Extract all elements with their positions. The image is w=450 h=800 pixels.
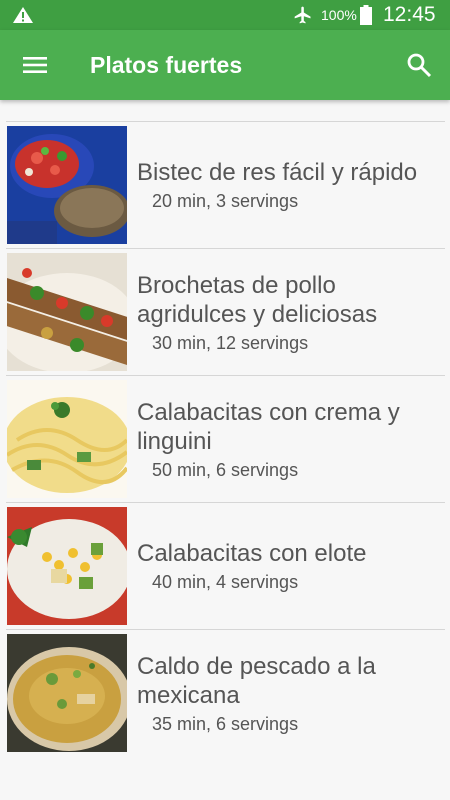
menu-icon[interactable] (22, 52, 48, 78)
recipe-thumbnail (7, 126, 127, 244)
page-title: Platos fuertes (90, 52, 243, 78)
status-bar: 100% 12:45 (0, 0, 450, 30)
app-bar: Platos fuertes (0, 30, 450, 100)
recipe-title: Calabacitas con elote (137, 540, 367, 567)
recipe-item[interactable]: Calabacitas con crema y linguini 50 min,… (6, 375, 445, 502)
recipe-item[interactable]: Calabacitas con elote 40 min, 4 servings (6, 502, 445, 629)
recipe-title: Bistec de res fácil y rápido (137, 159, 418, 186)
warning-icon (13, 7, 33, 23)
recipe-title: Caldo de pescado a la mexicana (137, 652, 376, 709)
recipe-thumbnail (7, 380, 127, 498)
recipe-title: Calabacitas con crema y linguini (137, 398, 400, 455)
recipe-meta: 30 min, 12 servings (152, 332, 309, 353)
recipe-item[interactable]: Bistec de res fácil y rápido 20 min, 3 s… (6, 121, 445, 248)
recipe-thumbnail (7, 507, 127, 625)
recipe-meta: 50 min, 6 servings (152, 459, 299, 480)
recipe-meta: 35 min, 6 servings (152, 713, 299, 734)
recipe-title: Brochetas de pollo agridulces y delicios… (137, 271, 378, 328)
clock: 12:45 (383, 3, 436, 26)
battery-icon (360, 5, 372, 25)
recipe-list: Bistec de res fácil y rápido 20 min, 3 s… (6, 121, 445, 756)
recipe-item[interactable]: Brochetas de pollo agridulces y delicios… (6, 248, 445, 375)
recipe-meta: 20 min, 3 servings (152, 191, 299, 211)
battery-percent: 100% (321, 7, 357, 23)
airplane-mode-icon (294, 6, 311, 24)
search-icon[interactable] (406, 52, 432, 78)
recipe-meta: 40 min, 4 servings (152, 572, 299, 592)
recipe-item[interactable]: Caldo de pescado a la mexicana 35 min, 6… (6, 629, 445, 756)
recipe-thumbnail (7, 634, 127, 752)
recipe-thumbnail (7, 253, 127, 371)
